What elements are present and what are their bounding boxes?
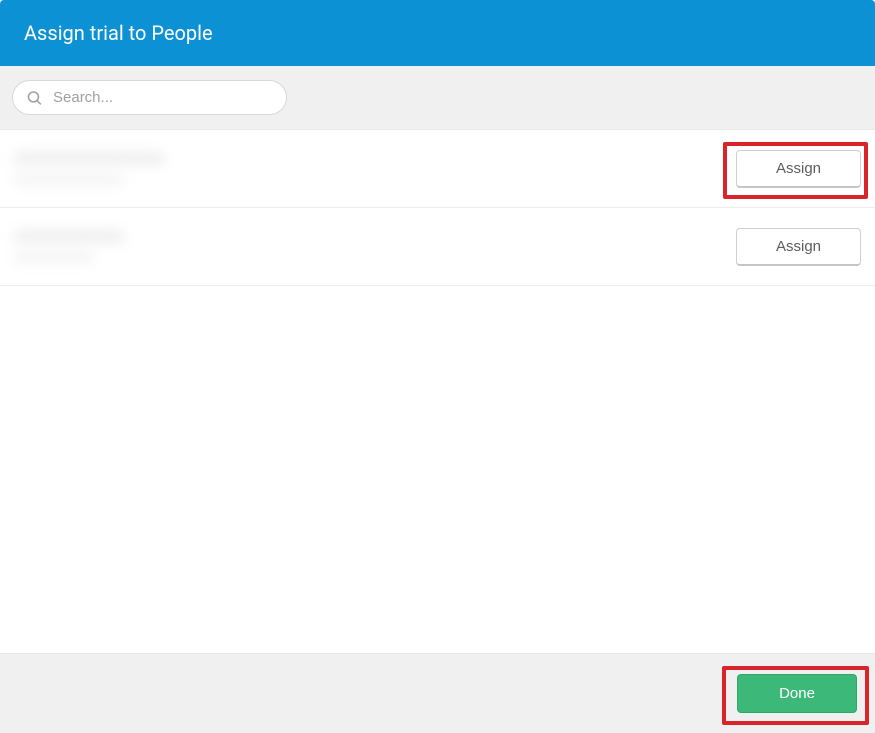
search-input[interactable] [12,80,287,115]
dialog-title: Assign trial to People [24,21,213,45]
person-info-redacted [14,230,124,263]
search-container [12,80,287,115]
assign-button[interactable]: Assign [736,228,861,266]
list-item: Assign [0,130,875,208]
people-list: Assign Assign [0,130,875,286]
done-button[interactable]: Done [737,674,857,713]
search-bar [0,66,875,130]
dialog-header: Assign trial to People [0,0,875,66]
person-info-redacted [14,152,164,185]
search-icon [26,89,43,106]
list-item: Assign [0,208,875,286]
dialog-footer: Done [0,653,875,733]
assign-button[interactable]: Assign [736,150,861,188]
